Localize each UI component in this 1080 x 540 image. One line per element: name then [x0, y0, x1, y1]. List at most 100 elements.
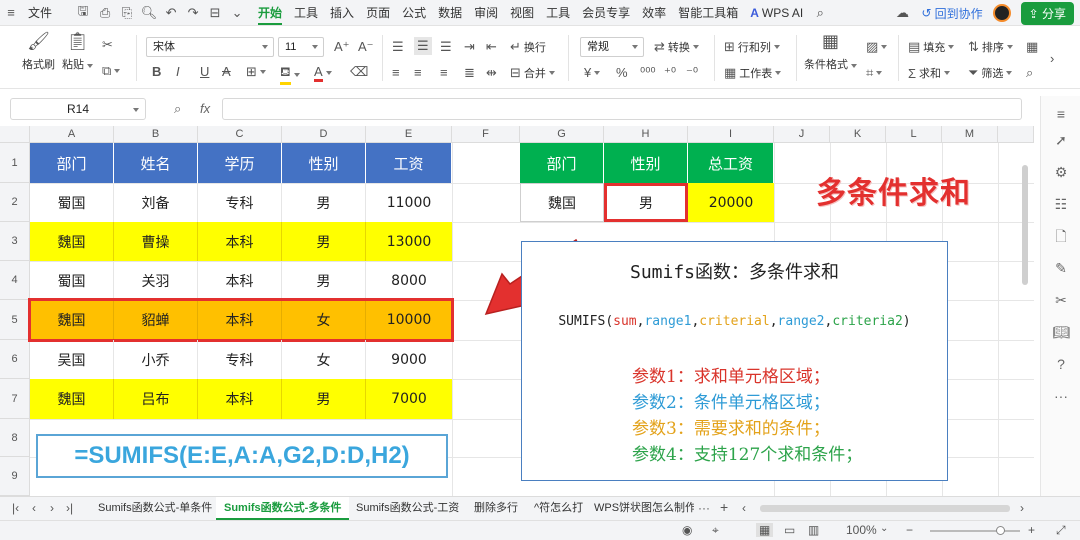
percent-button[interactable]: %	[616, 65, 628, 80]
table-cell[interactable]: 女	[282, 340, 366, 379]
locate-icon[interactable]: ⌖	[712, 523, 719, 538]
decrease-decimal-button[interactable]: ⁻⁰	[686, 65, 698, 81]
column-header-a[interactable]: A	[30, 126, 114, 143]
thousands-button[interactable]: ⁰⁰⁰	[640, 65, 656, 81]
table-header-dept[interactable]: 部门	[30, 143, 114, 183]
table-cell[interactable]: 小乔	[114, 340, 198, 379]
fx-icon[interactable]: fx	[200, 101, 210, 116]
outdent-button[interactable]: ⇤	[486, 39, 497, 55]
criteria-header-gender[interactable]: 性别	[604, 143, 688, 183]
formula-input[interactable]	[222, 98, 1022, 120]
increase-font-button[interactable]: A⁺	[334, 39, 350, 55]
row-header-9[interactable]: 9	[0, 457, 30, 496]
file-menu[interactable]: 文件	[22, 0, 58, 26]
help-icon[interactable]: ?	[1051, 354, 1071, 374]
table-cell[interactable]: 曹操	[114, 222, 198, 261]
chevron-down-icon[interactable]: ⌄	[226, 0, 248, 26]
table-header-name[interactable]: 姓名	[114, 143, 198, 183]
table-cell[interactable]: 本科	[198, 261, 282, 300]
table-cell[interactable]: 魏国	[30, 222, 114, 261]
normal-view-icon[interactable]: ▦	[756, 523, 774, 537]
pdf-icon[interactable]: ⎙	[94, 0, 116, 26]
cell-style-button[interactable]: ▨	[866, 39, 888, 55]
column-header-k[interactable]: K	[830, 126, 886, 143]
save-icon[interactable]: 🖫	[72, 0, 94, 26]
horizontal-scrollbar[interactable]	[760, 505, 1010, 512]
sheet-tab-multi-condition[interactable]: Sumifs函数公式-多条件	[216, 497, 350, 520]
number-format-select[interactable]: 常规	[580, 37, 644, 57]
scrollbar-thumb[interactable]	[1022, 165, 1028, 285]
table-cell[interactable]: 7000	[366, 379, 452, 419]
align-bottom-button[interactable]: ☰	[440, 39, 452, 55]
name-box[interactable]: R14	[10, 98, 146, 120]
freeze-button[interactable]: ▦	[1026, 39, 1038, 55]
sheet-tab-salary[interactable]: Sumifs函数公式-工资	[348, 497, 467, 520]
print-icon[interactable]: ⎘	[116, 0, 138, 26]
collab-button[interactable]: ↺ 回到协作	[922, 5, 983, 22]
collapse-icon[interactable]: ≡	[1051, 104, 1071, 124]
justify-button[interactable]: ≣	[464, 65, 475, 81]
underline-button[interactable]: U	[200, 64, 209, 79]
criteria-cell-gender[interactable]: 男	[604, 183, 688, 222]
tab-review[interactable]: 审阅	[468, 0, 504, 26]
table-cell[interactable]: 9000	[366, 340, 452, 379]
distribute-button[interactable]: ⇹	[486, 65, 497, 81]
column-header-h[interactable]: H	[604, 126, 688, 143]
format-painter-button[interactable]: 🖌 格式刷	[22, 31, 55, 72]
vertical-scrollbar[interactable]	[1022, 145, 1028, 495]
worksheet-button[interactable]: ▦ 工作表	[724, 65, 782, 81]
table-cell[interactable]: 男	[282, 379, 366, 419]
sort-button[interactable]: ⇅ 排序	[968, 39, 1013, 55]
bold-button[interactable]: B	[152, 64, 161, 79]
filter-button[interactable]: ⏷ 筛选	[968, 65, 1013, 81]
table-cell[interactable]: 吴国	[30, 340, 114, 379]
table-cell[interactable]: 刘备	[114, 183, 198, 222]
share-button[interactable]: ⇪ 分享	[1020, 1, 1074, 25]
sheet-tab-delete-rows[interactable]: 删除多行	[466, 497, 526, 520]
page-break-icon[interactable]: ▥	[808, 523, 819, 537]
fill-button[interactable]: ▤ 填充	[908, 39, 955, 55]
zoom-value[interactable]: 100%	[846, 523, 877, 537]
fill-color-button[interactable]: ⛾	[280, 64, 300, 85]
column-header-f[interactable]: F	[452, 126, 520, 143]
table-cell[interactable]: 8000	[366, 261, 452, 300]
merge-button[interactable]: ⊟ 合并	[510, 65, 555, 81]
table-cell[interactable]: 魏国	[30, 379, 114, 419]
row-header-5[interactable]: 5	[0, 300, 30, 340]
cut-button[interactable]: ✂	[102, 37, 113, 53]
column-header-c[interactable]: C	[198, 126, 282, 143]
criteria-cell-dept[interactable]: 魏国	[520, 183, 604, 222]
table-cell[interactable]: 男	[282, 183, 366, 222]
page-view-icon[interactable]: ▭	[784, 523, 795, 537]
zoom-out-icon[interactable]: −	[906, 523, 913, 537]
cell-format-button[interactable]: ⌗	[866, 65, 883, 81]
align-top-button[interactable]: ☰	[392, 39, 404, 55]
column-header-j[interactable]: J	[774, 126, 830, 143]
fullscreen-icon[interactable]: ⤢	[1056, 523, 1066, 538]
settings-slider-icon[interactable]: ⚙	[1051, 162, 1071, 182]
conditional-format-button[interactable]: ▦ 条件格式	[804, 31, 857, 72]
sheet-tab-pie-chart[interactable]: WPS饼状图怎么制作百分	[586, 497, 694, 520]
select-all-corner[interactable]	[0, 126, 30, 143]
table-cell[interactable]: 专科	[198, 183, 282, 222]
tab-home[interactable]: 开始	[252, 0, 288, 26]
tab-member[interactable]: 会员专享	[576, 0, 636, 26]
border-button[interactable]: ⊞	[246, 64, 266, 80]
zoom-slider[interactable]	[930, 530, 1020, 532]
cloud-icon[interactable]: ☁	[892, 0, 914, 26]
indent-button[interactable]: ⇥	[464, 39, 475, 55]
align-right-button[interactable]: ≡	[440, 65, 448, 80]
undo-icon[interactable]: ↶	[160, 0, 182, 26]
criteria-header-dept[interactable]: 部门	[520, 143, 604, 183]
column-header-e[interactable]: E	[366, 126, 452, 143]
criteria-cell-total[interactable]: 20000	[688, 183, 774, 222]
sheet-tab-caret[interactable]: ^符怎么打	[526, 497, 591, 520]
italic-button[interactable]: I	[176, 64, 180, 79]
tab-page[interactable]: 页面	[360, 0, 396, 26]
wrap-text-button[interactable]: ↵ 换行	[510, 39, 546, 55]
sum-button[interactable]: Σ 求和	[908, 65, 951, 81]
document-icon[interactable]: 🗋	[1051, 226, 1071, 246]
tab-smart-toolbox[interactable]: 智能工具箱	[672, 0, 744, 26]
row-header-2[interactable]: 2	[0, 183, 30, 222]
add-sheet-icon[interactable]: +	[720, 499, 728, 515]
